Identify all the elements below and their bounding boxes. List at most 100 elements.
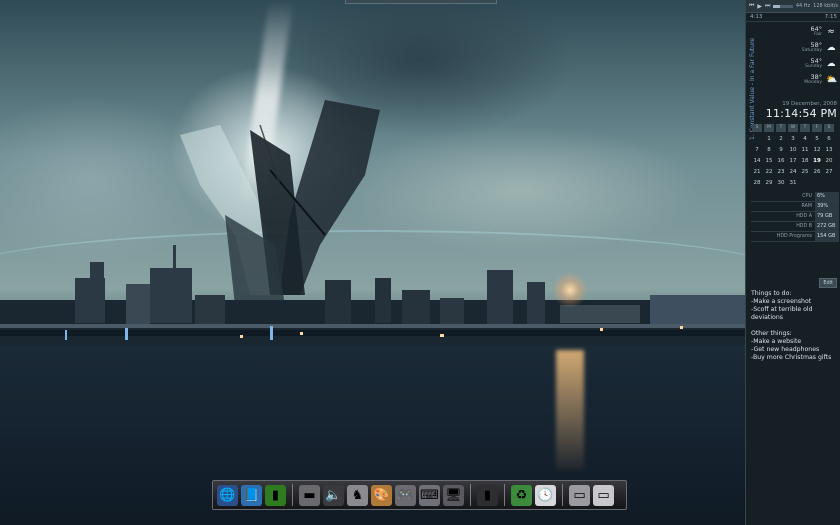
calendar-day[interactable]: 23 [775, 167, 787, 177]
cloud-sun-icon: ☁ [826, 43, 836, 53]
calendar-day[interactable]: 30 [775, 178, 787, 188]
calendar-day[interactable]: 18 [799, 156, 811, 166]
weather-day: Sunday [805, 64, 822, 69]
calendar-weekday: W [788, 124, 798, 132]
calendar-day[interactable]: 3 [787, 134, 799, 144]
time-row: 4:13 7:15 [746, 13, 840, 22]
calendar-day[interactable]: 27 [823, 167, 835, 177]
clock-icon[interactable]: 🕓 [535, 484, 556, 506]
book-icon[interactable]: 📘 [241, 484, 262, 506]
calendar-day[interactable]: 12 [811, 145, 823, 155]
todo-item: -Scoff at terrible old deviations [751, 306, 813, 321]
water-reflection [556, 350, 584, 470]
chess-icon[interactable]: ♞ [347, 484, 368, 506]
top-media-tab[interactable] [345, 0, 497, 4]
seek-bar[interactable] [773, 4, 793, 8]
dock-separator [292, 484, 293, 506]
dock-separator [562, 484, 563, 506]
play-button[interactable]: ▶ [757, 3, 762, 10]
calendar-day[interactable]: 11 [799, 145, 811, 155]
calendar-day[interactable]: 2 [775, 134, 787, 144]
display-settings-icon[interactable]: ▭ [569, 484, 590, 506]
paint-palette-icon[interactable]: 🎨 [371, 484, 392, 506]
todo-item: -Make a screenshot [751, 298, 812, 305]
calendar-day[interactable]: 1 [763, 134, 775, 144]
weather-day: Saturday [801, 48, 822, 53]
calendar-weekday: M [764, 124, 774, 132]
weather-day: Monday [804, 80, 822, 85]
calendar-day[interactable]: 8 [763, 145, 775, 155]
system-stat-label: HDD B [796, 224, 812, 229]
dock: 🌐 📘 ▮ ▬ 🔈 ♞ 🎨 🎮 ⌨ 🖥 ▮ ♻ 🕓 ▭ ▭ [212, 480, 627, 510]
todo-title: Things to do: [751, 290, 792, 297]
calendar: S M T W T F S 1 2 3 4 5 6 7 8 9 10 11 12 13 14 15 16 17 18 19 20 21… [751, 123, 839, 188]
window-switcher-icon[interactable]: ▭ [593, 484, 614, 506]
globe-browser-icon[interactable]: 🌐 [217, 484, 238, 506]
system-stat-label: CPU [802, 194, 812, 199]
dock-separator [470, 484, 471, 506]
other-item: -Get new headphones [751, 346, 820, 353]
calendar-day[interactable]: 10 [787, 145, 799, 155]
system-stat-value: 39% [815, 202, 839, 211]
calendar-day[interactable]: 14 [751, 156, 763, 166]
weather-row: 38° Monday ⛅ [760, 72, 840, 88]
calendar-day[interactable]: 24 [787, 167, 799, 177]
calendar-day[interactable]: 9 [775, 145, 787, 155]
system-stat-row: CPU 6% [751, 192, 839, 202]
notes-widget: Things to do: -Make a screenshot -Scoff … [751, 290, 839, 362]
remaining-time: 7:15 [824, 14, 837, 20]
calendar-day[interactable]: 16 [775, 156, 787, 166]
weather-row: 54° Sunday ☁ [760, 56, 840, 72]
other-title: Other things: [751, 330, 792, 337]
calendar-today[interactable]: 19 [811, 156, 823, 166]
speaker-icon[interactable]: 🔈 [323, 484, 344, 506]
calendar-day[interactable]: 20 [823, 156, 835, 166]
calendar-day[interactable]: 15 [763, 156, 775, 166]
weather-row: 64° Fair ≈ [760, 24, 840, 40]
desktop-wallpaper [0, 0, 745, 525]
calendar-day[interactable]: 29 [763, 178, 775, 188]
audio-visualizer-icon[interactable]: ▮ [265, 484, 286, 506]
calendar-day[interactable]: 17 [787, 156, 799, 166]
elapsed-time: 4:13 [750, 14, 763, 20]
keyboard-icon[interactable]: ⌨ [419, 484, 440, 506]
calendar-day[interactable]: 28 [751, 178, 763, 188]
edit-notes-button[interactable]: Edit [819, 278, 837, 288]
cloud-icon: ☁ [826, 59, 836, 69]
samplerate: 44 Hz [795, 3, 811, 9]
calendar-day[interactable]: 6 [823, 134, 835, 144]
calendar-weekday: S [824, 124, 834, 132]
calendar-day[interactable]: 25 [799, 167, 811, 177]
media-controls: ⏮ ▶ ⏭ 44 Hz 128 kbit/s [746, 0, 840, 13]
calendar-grid: S M T W T F S 1 2 3 4 5 6 7 8 9 10 11 12 13 14 15 16 17 18 19 20 21… [751, 123, 839, 188]
cloud-sun-icon: ⛅ [826, 75, 838, 85]
calendar-day[interactable]: 13 [823, 145, 835, 155]
calendar-day [751, 134, 763, 144]
drive-icon[interactable]: ▬ [299, 484, 320, 506]
system-stat-row: HDD B 272 GB [751, 222, 839, 232]
phone-icon[interactable]: ▮ [477, 484, 498, 506]
calendar-day [811, 178, 823, 188]
calendar-day[interactable]: 31 [787, 178, 799, 188]
gamepad-icon[interactable]: 🎮 [395, 484, 416, 506]
calendar-day[interactable]: 4 [799, 134, 811, 144]
calendar-day[interactable]: 21 [751, 167, 763, 177]
calendar-day[interactable]: 22 [763, 167, 775, 177]
next-track-button[interactable]: ⏭ [765, 2, 770, 10]
clock: 11:14:54 PM [765, 107, 837, 120]
recycle-bin-icon[interactable]: ♻ [511, 484, 532, 506]
calendar-weekday: F [812, 124, 822, 132]
sunset-glow [552, 272, 588, 308]
computer-icon[interactable]: 🖥 [443, 484, 464, 506]
system-stat-value: 6% [815, 192, 839, 201]
system-monitor: CPU 6% RAM 39% HDD A 79 GB HDD B 272 GB HDD Prog… [751, 192, 839, 242]
system-stat-value: 79 GB [815, 212, 839, 221]
system-stat-row: RAM 39% [751, 202, 839, 212]
previous-track-button[interactable]: ⏮ [749, 2, 754, 10]
wind-icon: ≈ [827, 27, 835, 37]
calendar-day [823, 178, 835, 188]
calendar-day[interactable]: 7 [751, 145, 763, 155]
calendar-day[interactable]: 26 [811, 167, 823, 177]
calendar-day [799, 178, 811, 188]
calendar-day[interactable]: 5 [811, 134, 823, 144]
